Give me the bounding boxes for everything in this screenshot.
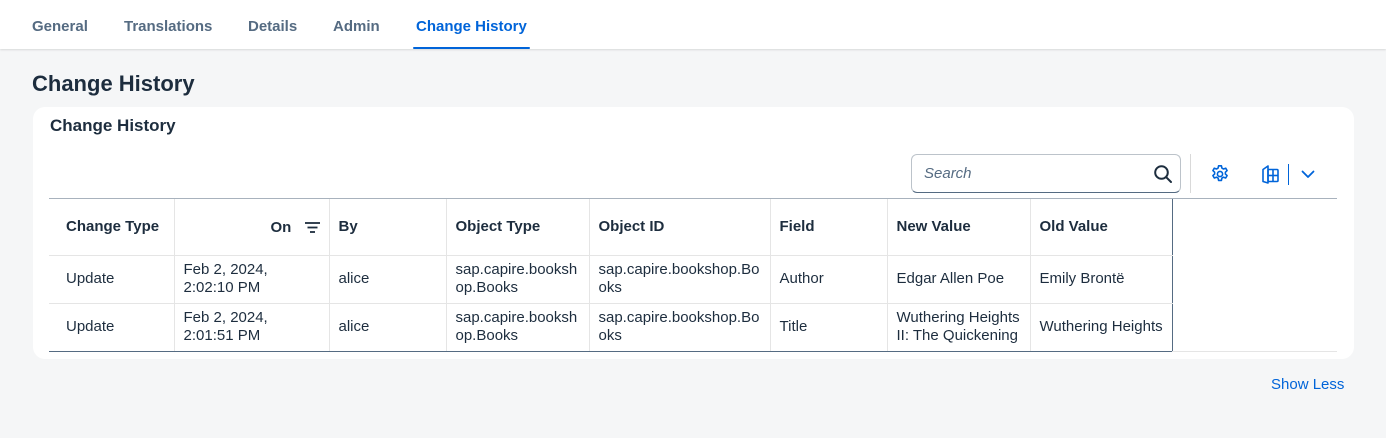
export-split-separator [1288, 164, 1289, 185]
section-title: Change History [32, 71, 195, 96]
cell-object-id-line1: sap.capire.bookshop.Bo [598, 309, 760, 326]
column-header-on-label: On [270, 218, 292, 236]
tab-general[interactable]: General [32, 0, 88, 49]
cell-new-value: Wuthering Heights II: The Quickening [887, 303, 1031, 352]
cell-object-id-line1: sap.capire.bookshop.Bo [598, 261, 760, 278]
tab-change-history[interactable]: Change History [413, 0, 530, 49]
cell-new-value-line2: II: The Quickening [896, 327, 1018, 344]
cell-on-date: Feb 2, 2024, [183, 261, 268, 278]
tab-bar: General Translations Details Admin Chang… [0, 0, 1386, 49]
search-input[interactable] [924, 155, 1144, 192]
search-icon[interactable] [1153, 164, 1173, 184]
gear-icon[interactable] [1210, 164, 1230, 184]
table-header-row: Change Type On By Object Type Object ID … [49, 199, 1173, 256]
cell-change-type: Update [49, 303, 175, 352]
cell-old-value: Emily Brontë [1030, 255, 1173, 304]
cell-on-time: 2:02:10 PM [183, 279, 261, 296]
cell-object-id-line2: oks [598, 279, 622, 296]
cell-by: alice [329, 255, 447, 304]
cell-on: Feb 2, 2024, 2:02:10 PM [174, 255, 330, 304]
search-field[interactable] [911, 154, 1181, 193]
table-row[interactable]: Update Feb 2, 2024, 2:01:51 PM alice sap.… [49, 303, 1173, 352]
cell-object-id-line2: oks [598, 327, 622, 344]
cell-object-type: sap.capire.booksh op.Books [446, 255, 590, 304]
cell-field: Title [770, 303, 888, 352]
change-history-card: Change History Search Change Type On By … [33, 107, 1354, 359]
cell-field: Author [770, 255, 888, 304]
card-title: Change History [50, 116, 176, 135]
cell-object-id: sap.capire.bookshop.Bo oks [589, 255, 771, 304]
column-header-old-value[interactable]: Old Value [1030, 199, 1173, 256]
column-header-on[interactable]: On [174, 199, 330, 256]
cell-object-type-line1: sap.capire.booksh [455, 261, 578, 278]
table-row[interactable]: Update Feb 2, 2024, 2:02:10 PM alice sap.… [49, 255, 1173, 304]
cell-object-type-line1: sap.capire.booksh [455, 309, 578, 326]
cell-object-type: sap.capire.booksh op.Books [446, 303, 590, 352]
tab-details[interactable]: Details [248, 0, 297, 49]
export-spreadsheet-icon[interactable] [1260, 164, 1280, 185]
column-header-object-id[interactable]: Object ID [589, 199, 771, 256]
cell-new-value: Edgar Allen Poe [887, 255, 1031, 304]
column-header-change-type[interactable]: Change Type [49, 199, 175, 256]
column-header-field[interactable]: Field [770, 199, 888, 256]
cell-on-date: Feb 2, 2024, [183, 309, 268, 326]
column-header-object-type[interactable]: Object Type [446, 199, 590, 256]
cell-on: Feb 2, 2024, 2:01:51 PM [174, 303, 330, 352]
show-less-link[interactable]: Show Less [1271, 376, 1344, 393]
column-header-new-value[interactable]: New Value [887, 199, 1031, 256]
column-header-by[interactable]: By [329, 199, 447, 256]
tab-translations[interactable]: Translations [124, 0, 212, 49]
cell-new-value-line1: Wuthering Heights [896, 309, 1020, 326]
sort-icon [304, 222, 320, 233]
cell-by: alice [329, 303, 447, 352]
cell-change-type: Update [49, 255, 175, 304]
toolbar-separator [1190, 154, 1191, 193]
cell-old-value: Wuthering Heights [1030, 303, 1173, 352]
table-bottom-divider [1172, 351, 1337, 352]
cell-new-value-line1: Edgar Allen Poe [896, 270, 1005, 287]
cell-object-type-line2: op.Books [455, 279, 519, 296]
chevron-down-icon[interactable] [1301, 169, 1315, 179]
cell-on-time: 2:01:51 PM [183, 327, 261, 344]
cell-object-id: sap.capire.bookshop.Bo oks [589, 303, 771, 352]
tab-admin[interactable]: Admin [333, 0, 380, 49]
change-history-table: Change Type On By Object Type Object ID … [49, 198, 1337, 352]
cell-object-type-line2: op.Books [455, 327, 519, 344]
